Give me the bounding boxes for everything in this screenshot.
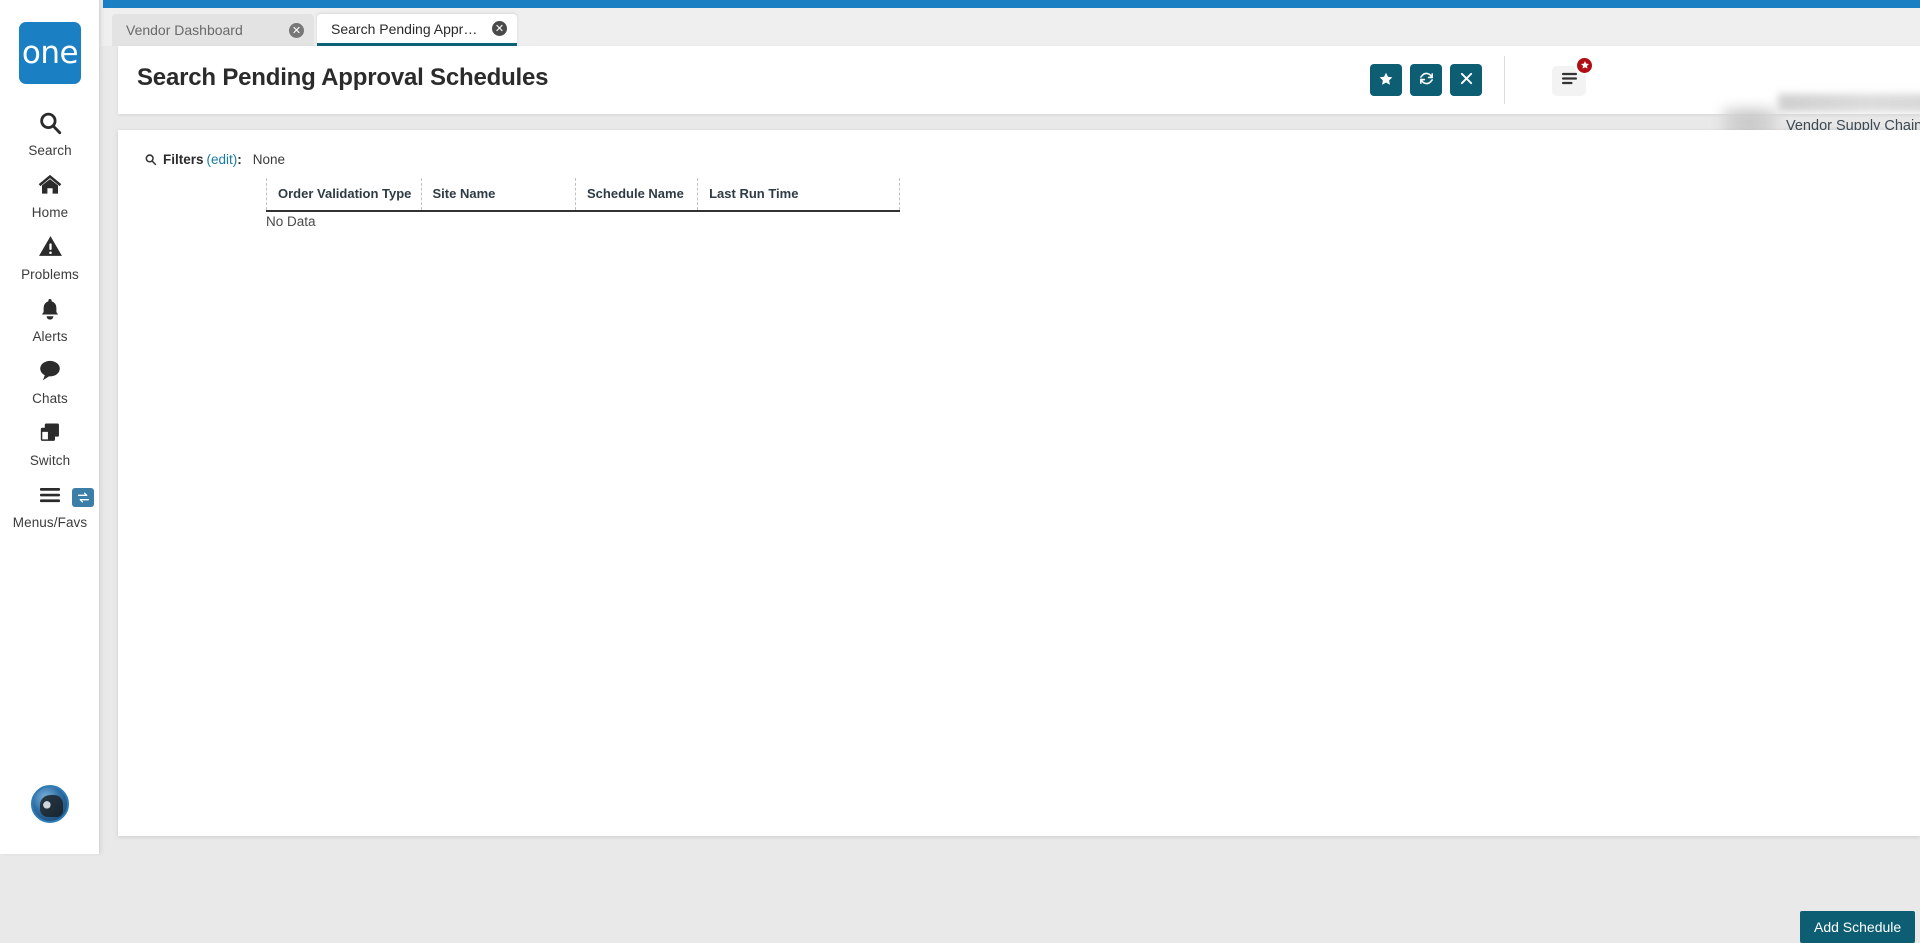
refresh-icon bbox=[1418, 70, 1435, 90]
star-icon bbox=[1580, 60, 1590, 72]
favorite-button[interactable] bbox=[1370, 64, 1402, 96]
tab-bar: Vendor Dashboard ✕ Search Pending Approv… bbox=[101, 8, 1920, 46]
one-network-logo[interactable]: one bbox=[19, 22, 81, 84]
logo-text: one bbox=[21, 34, 79, 71]
left-sidebar: one Search Home Problems Alerts Chats Sw… bbox=[0, 0, 100, 854]
hamburger-menu-icon bbox=[1560, 71, 1579, 91]
status-badge bbox=[1575, 56, 1594, 75]
filters-bar: Filters (edit) : None bbox=[144, 152, 285, 167]
warning-triangle-icon bbox=[0, 230, 100, 264]
tab-vendor-dashboard[interactable]: Vendor Dashboard ✕ bbox=[112, 14, 314, 46]
close-circle-icon[interactable]: ✕ bbox=[492, 21, 507, 36]
tab-label: Search Pending Approval Schedu... bbox=[331, 20, 484, 37]
avatar-face bbox=[40, 795, 63, 817]
column-header-site-name[interactable]: Site Name bbox=[420, 178, 576, 212]
sidebar-item-switch[interactable]: Switch bbox=[0, 416, 100, 468]
sidebar-item-problems[interactable]: Problems bbox=[0, 230, 100, 282]
sidebar-label-chats: Chats bbox=[32, 391, 68, 406]
column-header-last-run-time[interactable]: Last Run Time bbox=[697, 178, 900, 212]
user-name-redacted bbox=[1778, 94, 1920, 112]
search-icon bbox=[0, 106, 100, 140]
tab-label: Vendor Dashboard bbox=[126, 22, 243, 38]
sidebar-label-menus-favs: Menus/Favs bbox=[12, 515, 88, 530]
sidebar-label-switch: Switch bbox=[29, 453, 71, 468]
table-header-row: Order Validation Type Site Name Schedule… bbox=[266, 178, 900, 212]
user-avatar-icon[interactable] bbox=[31, 785, 69, 823]
filters-value: None bbox=[252, 152, 286, 167]
add-schedule-button[interactable]: Add Schedule bbox=[1800, 911, 1916, 943]
sidebar-item-alerts[interactable]: Alerts bbox=[0, 292, 100, 344]
column-header-order-validation-type[interactable]: Order Validation Type bbox=[266, 178, 421, 212]
page-header: Search Pending Approval Schedules Vendor… bbox=[118, 46, 1920, 143]
chat-bubble-icon bbox=[0, 354, 100, 388]
close-button[interactable] bbox=[1450, 64, 1482, 96]
search-icon bbox=[144, 153, 157, 166]
sidebar-item-home[interactable]: Home bbox=[0, 168, 100, 220]
windows-stack-icon bbox=[0, 416, 100, 450]
empty-state-text: No Data bbox=[266, 214, 316, 229]
close-circle-icon[interactable]: ✕ bbox=[289, 22, 304, 38]
sidebar-label-search: Search bbox=[28, 143, 72, 158]
schedules-table: Order Validation Type Site Name Schedule… bbox=[266, 178, 900, 212]
hamburger-icon bbox=[0, 478, 100, 512]
filters-edit-link[interactable]: (edit) bbox=[207, 152, 238, 167]
header-divider bbox=[1504, 56, 1505, 104]
tab-search-pending-approval-schedules[interactable]: Search Pending Approval Schedu... ✕ bbox=[317, 14, 517, 46]
sidebar-item-menus-favs[interactable]: Menus/Favs bbox=[0, 478, 100, 530]
page-title: Search Pending Approval Schedules bbox=[137, 64, 549, 91]
x-icon bbox=[1459, 71, 1474, 89]
filters-label: Filters bbox=[163, 152, 204, 167]
star-icon bbox=[1378, 71, 1394, 90]
sidebar-item-chats[interactable]: Chats bbox=[0, 354, 100, 406]
refresh-button[interactable] bbox=[1410, 64, 1442, 96]
sidebar-label-home: Home bbox=[31, 205, 69, 220]
sidebar-item-search[interactable]: Search bbox=[0, 106, 100, 158]
sidebar-label-alerts: Alerts bbox=[32, 329, 68, 344]
column-header-schedule-name[interactable]: Schedule Name bbox=[574, 178, 698, 212]
bell-icon bbox=[0, 292, 100, 326]
home-icon bbox=[0, 168, 100, 202]
top-accent-bar bbox=[103, 0, 1920, 8]
content-card: Filters (edit) : None Order Validation T… bbox=[118, 130, 1920, 943]
filters-colon: : bbox=[237, 152, 242, 167]
sidebar-label-problems: Problems bbox=[21, 267, 79, 282]
